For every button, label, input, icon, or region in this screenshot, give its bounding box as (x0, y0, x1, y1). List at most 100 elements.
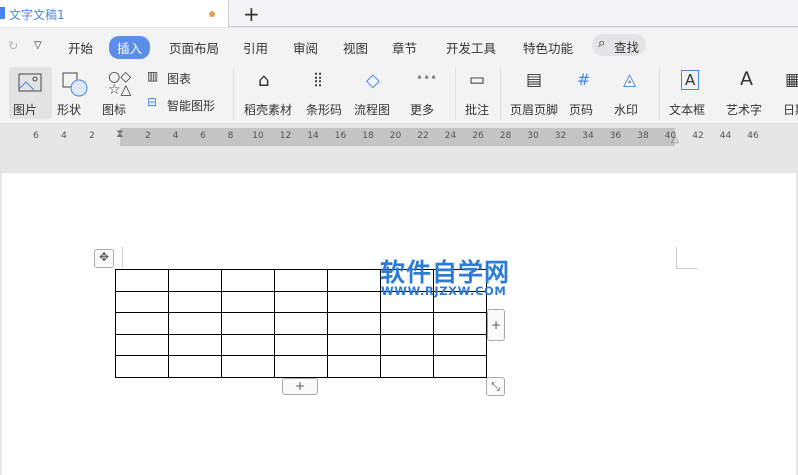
table-cell[interactable] (327, 312, 381, 335)
wordart-button[interactable]: A 艺术字 (726, 67, 776, 119)
textbox-button[interactable]: A 文本框 (669, 67, 719, 119)
table-cell[interactable] (221, 333, 275, 357)
table-cell[interactable] (327, 290, 381, 314)
table-cell[interactable] (115, 290, 169, 314)
table-cell[interactable] (380, 333, 434, 357)
margin-mark (122, 247, 123, 267)
table-cell[interactable] (433, 355, 487, 378)
table-cell[interactable] (274, 312, 328, 335)
date-button[interactable]: ▦ 日期 (783, 67, 798, 119)
shape-button[interactable]: 形状 (57, 67, 95, 119)
table-cell[interactable] (168, 290, 222, 314)
comment-icon: ▭ (469, 70, 486, 90)
picture-button[interactable]: 图片 (9, 67, 52, 119)
ruler-number: 4 (61, 131, 67, 141)
menu-view[interactable]: 视图 (343, 38, 368, 57)
table-cell[interactable] (115, 333, 169, 357)
page-number-icon: # (577, 70, 591, 89)
menu-chapter[interactable]: 章节 (392, 38, 417, 57)
ruler-number: 2 (89, 131, 95, 141)
right-indent-marker[interactable]: △ (671, 134, 679, 145)
ruler-number: 2 (145, 131, 151, 141)
table-cell[interactable] (168, 269, 222, 292)
more-icon: ••• (416, 71, 438, 85)
table-cell[interactable] (274, 290, 328, 314)
ruler-number: 18 (362, 131, 374, 141)
header-footer-button[interactable]: ▤ 页眉页脚 (510, 67, 562, 119)
table-cell[interactable] (221, 355, 275, 378)
table-move-handle-icon[interactable]: ✥ (94, 249, 114, 268)
table-cell[interactable] (168, 333, 222, 357)
ruler-number: 38 (637, 131, 649, 141)
flowchart-button[interactable]: ◇ 流程图 (354, 67, 400, 119)
watermark-button[interactable]: ◬ 水印 (614, 67, 650, 119)
search-icon: ⌕ (598, 36, 606, 51)
watermark-icon: ◬ (623, 70, 637, 90)
comment-button[interactable]: ▭ 批注 (465, 67, 493, 119)
indent-marker[interactable]: ⧗ (116, 127, 124, 141)
table-cell[interactable] (380, 312, 434, 335)
ruler-number: 6 (200, 131, 206, 141)
icon-library-button[interactable]: ○◇ ☆△ 图标 (102, 67, 140, 119)
table-cell[interactable] (433, 312, 487, 335)
title-bar: 文字文稿1 + (0, 0, 798, 27)
table-cell[interactable] (221, 312, 275, 335)
quick-access-dropdown-icon[interactable]: ▽ (34, 40, 42, 51)
table-cell[interactable] (327, 333, 381, 357)
table-cell[interactable] (221, 269, 275, 292)
table-cell[interactable] (168, 355, 222, 378)
table-cell[interactable] (221, 290, 275, 314)
ruler-number: 46 (747, 131, 759, 141)
table-cell[interactable] (327, 269, 381, 292)
page-number-button[interactable]: # 页码 (569, 67, 605, 119)
table-row (115, 333, 487, 357)
menu-start[interactable]: 开始 (68, 38, 93, 57)
add-column-button[interactable]: + (487, 309, 505, 341)
menu-references[interactable]: 引用 (243, 38, 268, 57)
margin-mark (676, 247, 698, 269)
docer-material-button[interactable]: ⌂ 稻壳素材 (244, 67, 294, 119)
redo-icon[interactable]: ↻ (8, 38, 18, 53)
menu-insert[interactable]: 插入 (109, 36, 151, 59)
table-cell[interactable] (168, 312, 222, 335)
ruler-number: 28 (499, 131, 512, 141)
table-cell[interactable] (327, 355, 381, 378)
chart-button[interactable]: ▥ 图表 (147, 69, 207, 89)
table-cell[interactable] (274, 269, 328, 292)
new-tab-button[interactable]: + (243, 2, 260, 26)
chart-label: 图表 (167, 72, 192, 86)
flowchart-label: 流程图 (354, 103, 391, 117)
table-row (115, 312, 487, 335)
comment-label: 批注 (465, 103, 490, 117)
more-button[interactable]: ••• 更多 (410, 67, 446, 119)
smart-art-label: 智能图形 (167, 99, 216, 113)
ruler-number: 4 (172, 131, 179, 141)
unsaved-dot-icon (209, 11, 215, 17)
barcode-button[interactable]: ⦙⦙ 条形码 (306, 67, 346, 119)
table-cell[interactable] (380, 355, 434, 378)
table-cell[interactable] (115, 355, 169, 378)
textbox-label: 文本框 (669, 103, 706, 117)
smart-art-button[interactable]: ⊟ 智能图形 (147, 95, 227, 115)
table-resize-icon[interactable]: ⤡ (486, 377, 505, 396)
table-cell[interactable] (115, 269, 169, 292)
menu-features[interactable]: 特色功能 (523, 38, 573, 57)
horizontal-ruler[interactable]: 6 4 2 2 4 6 8 10 12 14 16 18 20 22 24 26 28 30 32 34 36 38… (0, 124, 798, 172)
ruler-number: 6 (33, 131, 39, 141)
add-row-button[interactable]: + (282, 378, 318, 395)
table-cell[interactable] (433, 333, 487, 357)
icon-library-label: 图标 (102, 103, 127, 117)
search-button[interactable]: ⌕ 查找 (592, 34, 646, 56)
table-cell[interactable] (274, 333, 328, 357)
separator (500, 68, 501, 120)
menu-developer[interactable]: 开发工具 (446, 38, 496, 57)
menu-review[interactable]: 审阅 (293, 38, 318, 57)
separator (659, 68, 660, 120)
document-tab-label: 文字文稿1 (9, 8, 65, 22)
ruler-number: 32 (554, 131, 567, 141)
menu-page-layout[interactable]: 页面布局 (169, 38, 219, 57)
table-cell[interactable] (115, 312, 169, 335)
barcode-label: 条形码 (306, 103, 343, 117)
document-tab[interactable]: 文字文稿1 (0, 0, 229, 27)
table-cell[interactable] (274, 355, 328, 378)
